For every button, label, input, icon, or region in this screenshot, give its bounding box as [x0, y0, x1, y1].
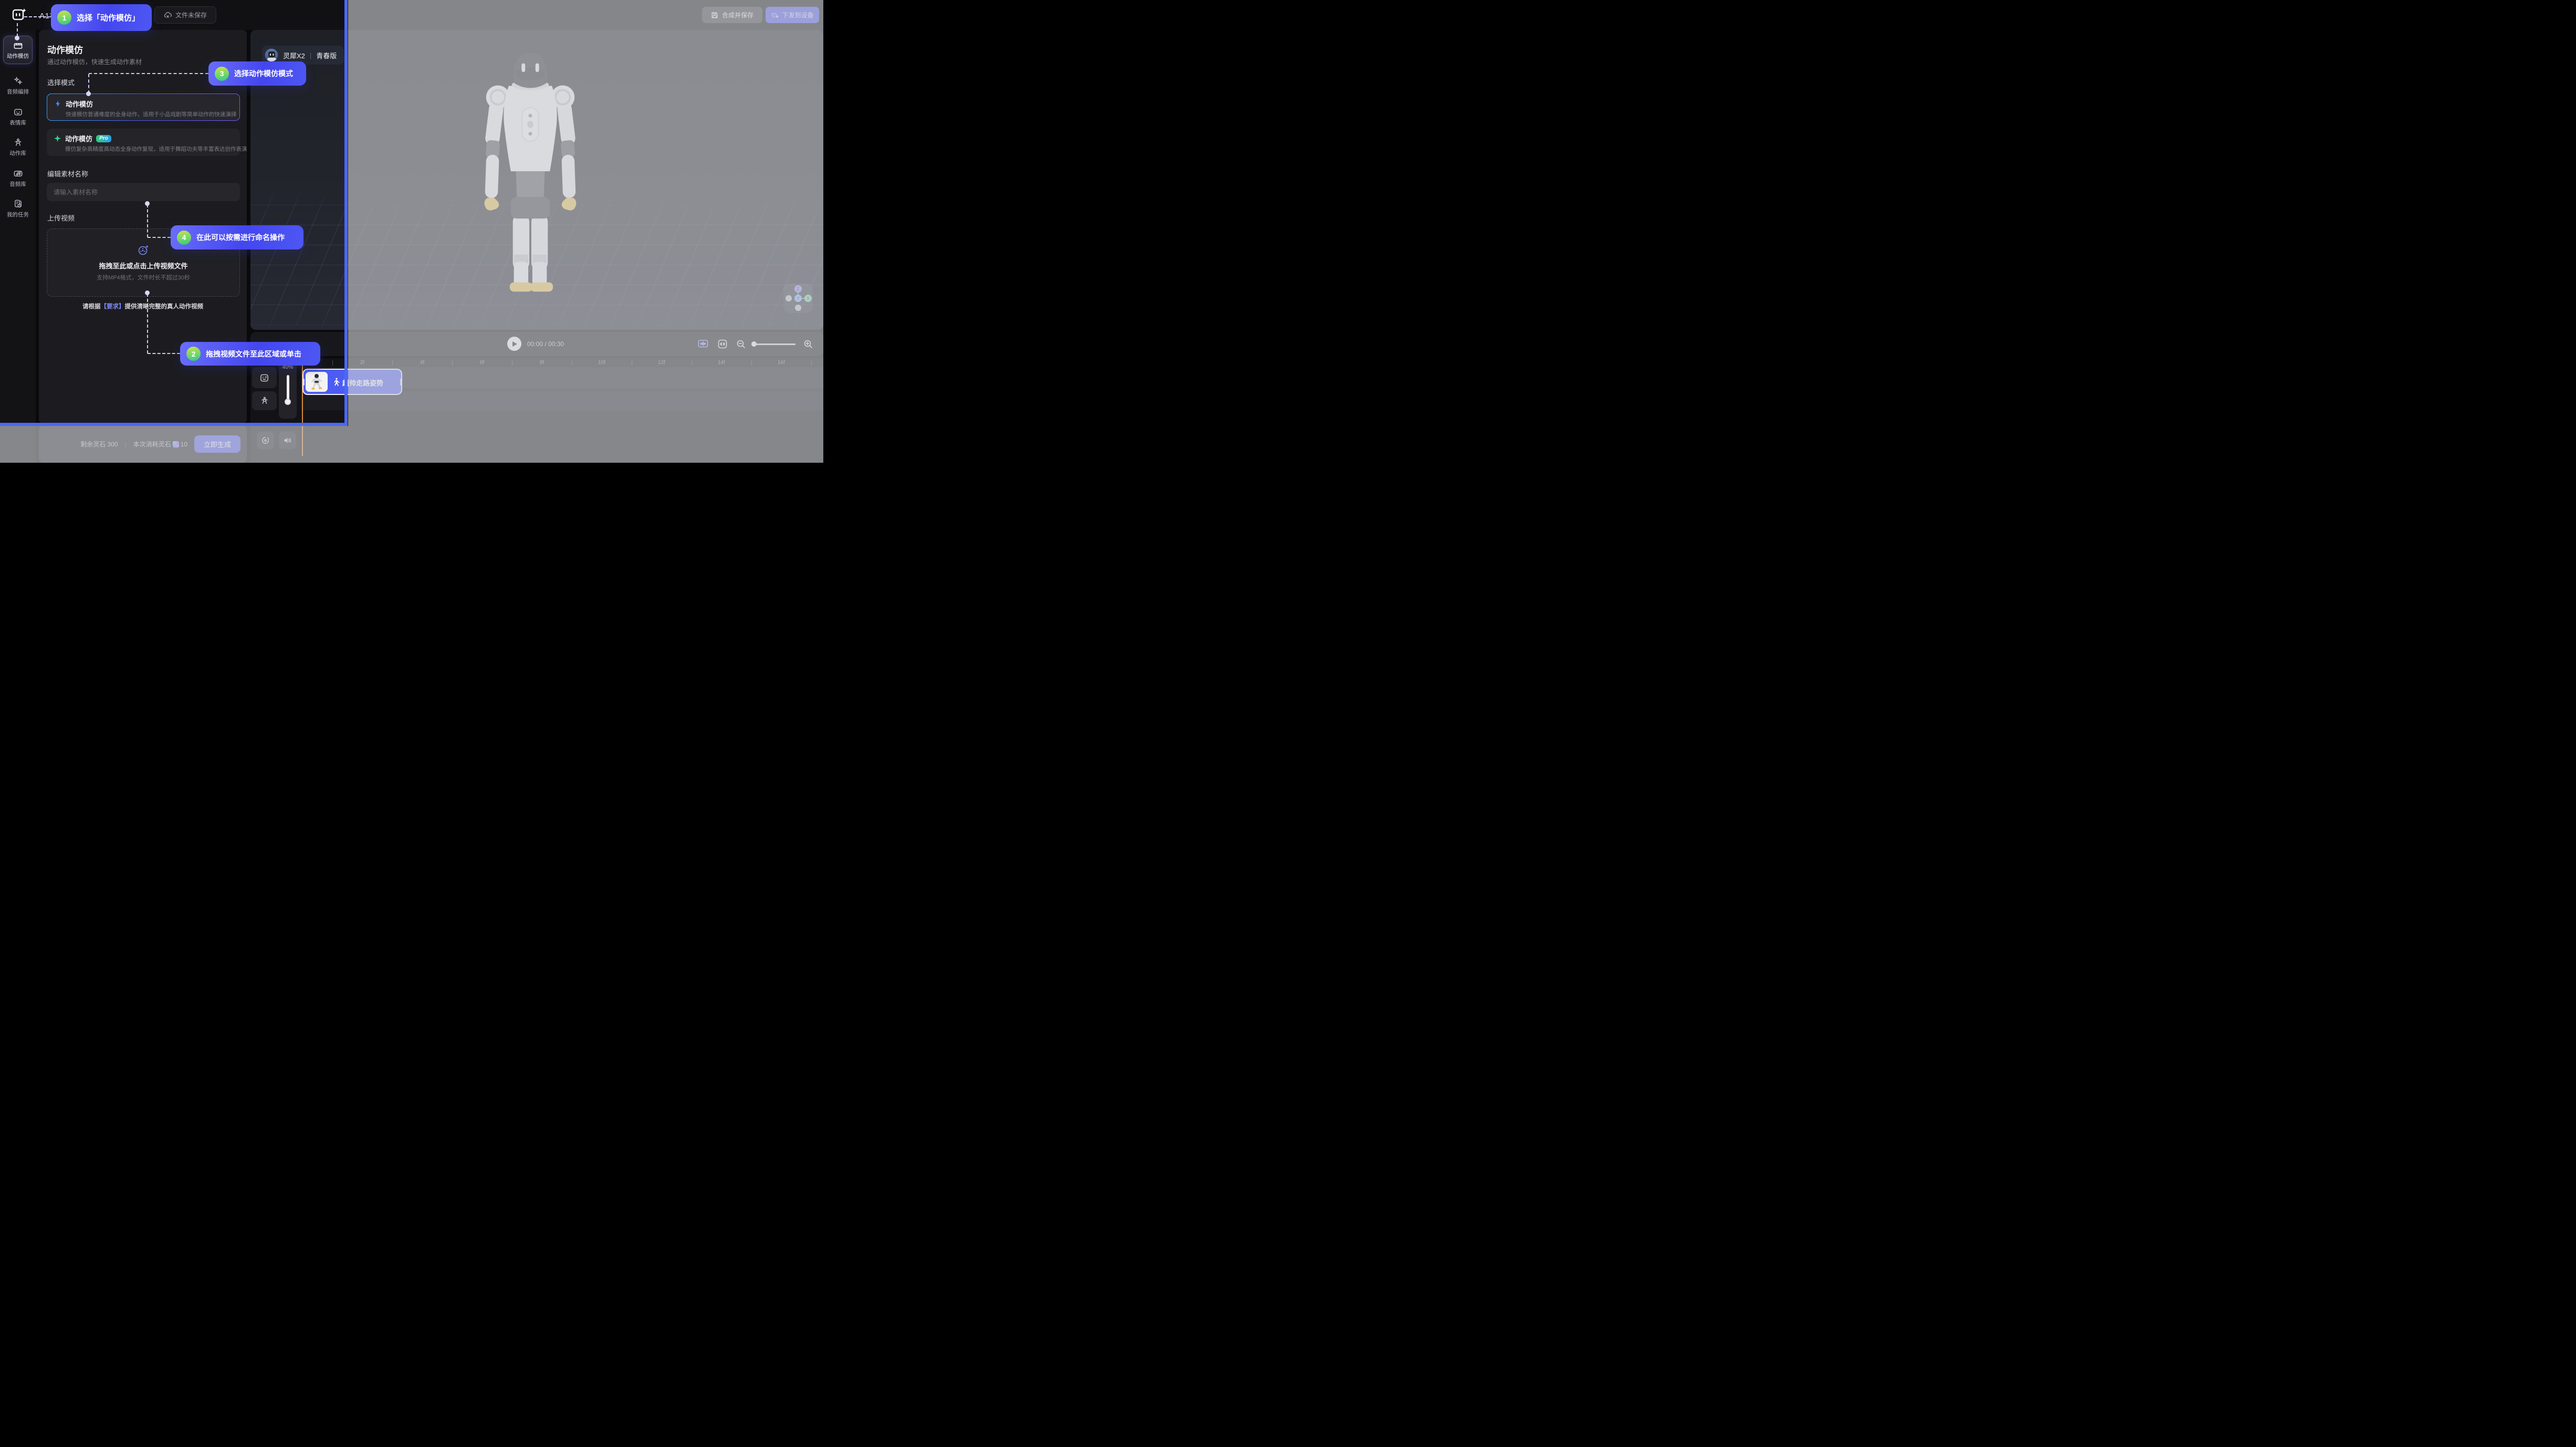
step1-connector [17, 23, 18, 37]
mode-section-label: 选择模式 [47, 77, 75, 87]
sidebar-item-label: 音频库 [9, 180, 26, 188]
mode-card-standard[interactable]: 动作模仿 快速模仿普通难度的全身动作，适用于小品戏剧等简单动作的快速演绎 [47, 93, 240, 121]
upload-zone-title: 拖拽至此或点击上传视频文件 [99, 261, 187, 270]
step4-connector [148, 237, 171, 238]
step2-anchor-dot [145, 290, 150, 295]
file-unsaved-status[interactable]: 文件未保存 [154, 6, 216, 24]
mode-name: 动作模仿 [65, 133, 92, 143]
sidebar-item-label: 表情库 [9, 119, 26, 127]
mode-card-pro[interactable]: 动作模仿 Pro 模仿复杂高精度高动态全身动作复现，适用于舞蹈功夫等丰富表达创作… [47, 129, 240, 156]
mode-description: 快速模仿普通难度的全身动作，适用于小品戏剧等简单动作的快速演绎 [66, 110, 233, 118]
sidebar-item-label: 动作模仿 [7, 52, 29, 60]
sidebar-item-expression-library[interactable]: 表情库 [3, 102, 33, 131]
step-number-badge: 1 [57, 11, 71, 25]
material-name-input[interactable] [47, 183, 240, 201]
intensity-slider-knob[interactable] [285, 399, 291, 405]
tutorial-highlight-border-horizontal [0, 423, 348, 426]
step2-connector [147, 294, 148, 353]
clip-thumbnail [306, 372, 328, 392]
action-track-button[interactable] [252, 391, 277, 410]
left-nav-sidebar: 动作模仿 音频编排 表情库 动作库 [0, 30, 36, 463]
film-reel-icon [137, 244, 150, 256]
step3-connector [89, 73, 208, 74]
step-text: 选择动作模仿模式 [234, 68, 293, 79]
mode-name: 动作模仿 [66, 99, 93, 109]
app-logo-robot-icon [12, 7, 27, 23]
unsaved-label: 文件未保存 [175, 11, 207, 19]
sidebar-item-my-tasks[interactable]: 我的任务 [3, 194, 33, 223]
star-sparkle-icon [54, 134, 61, 142]
mode-description: 模仿复杂高精度高动态全身动作复现，适用于舞蹈功夫等丰富表达创作表演 [65, 145, 234, 153]
step3-anchor-dot [86, 91, 91, 96]
step4-connector [147, 204, 148, 237]
step-number-badge: 3 [215, 67, 229, 81]
tutorial-dim-overlay-bottom [0, 426, 348, 463]
person-icon [13, 138, 23, 148]
task-list-clock-icon [13, 199, 23, 209]
model-name-divider: | [310, 51, 311, 59]
sidebar-item-audio-library[interactable]: 音频库 [3, 164, 33, 192]
step2-connector [148, 353, 180, 354]
sidebar-item-label: 动作库 [9, 149, 26, 157]
tutorial-step-3-tooltip[interactable]: 3 选择动作模仿模式 [208, 61, 306, 86]
model-variant: 青春版 [316, 50, 337, 60]
model-avatar [265, 48, 278, 62]
step-number-badge: 2 [186, 347, 201, 361]
walking-person-icon [332, 378, 340, 386]
robot-face-icon [13, 107, 23, 117]
tutorial-dim-overlay-right [348, 0, 823, 463]
sidebar-item-label: 音频编排 [7, 88, 29, 96]
sidebar-item-action-library[interactable]: 动作库 [3, 133, 33, 161]
intensity-slider-panel: 40% [279, 361, 297, 419]
cloud-off-icon [164, 11, 172, 19]
upload-requirement-note: 请根据【要求】提供清晰完整的真人动作视频 [39, 302, 247, 310]
step1-anchor-dot [15, 36, 19, 40]
step-text: 在此可以按需进行命名操作 [196, 232, 285, 243]
note-prefix: 请根据 [82, 304, 101, 310]
panel-title: 动作模仿 [47, 43, 83, 56]
sidebar-item-label: 我的任务 [7, 211, 29, 218]
wink-face-icon [259, 373, 269, 383]
step4-anchor-dot [145, 201, 150, 206]
tutorial-highlight-border-vertical [344, 0, 348, 426]
person-icon [260, 396, 269, 405]
music-library-icon [13, 169, 23, 179]
step-text: 选择「动作模仿」 [77, 12, 140, 23]
material-name-label: 编辑素材名称 [47, 169, 88, 179]
step3-connector [88, 74, 89, 93]
model-name: 灵犀X2 [283, 50, 305, 60]
requirement-link[interactable]: 【要求】 [101, 304, 125, 310]
step1-connector [24, 16, 51, 17]
step-number-badge: 4 [177, 231, 191, 245]
lightning-icon [54, 100, 62, 108]
walking-robot-thumb [310, 373, 323, 390]
sparkles-icon [13, 76, 23, 86]
upload-video-label: 上传视频 [47, 213, 75, 223]
tutorial-step-4-tooltip[interactable]: 4 在此可以按需进行命名操作 [171, 225, 303, 249]
expression-track-button[interactable] [252, 367, 277, 388]
clip-trim-handle-left[interactable] [303, 379, 305, 386]
app-window: A1机 文件未保存 合成并保存 下发到设备 [0, 0, 823, 463]
sidebar-item-audio-arrange[interactable]: 音频编排 [3, 71, 33, 100]
step-text: 拖拽视频文件至此区域或单击 [206, 349, 301, 359]
pro-badge: Pro [96, 135, 111, 142]
panel-subtitle: 通过动作模仿，快速生成动作素材 [47, 57, 142, 66]
note-suffix: 提供清晰完整的真人动作视频 [125, 304, 204, 310]
upload-zone-hint: 支持MP4格式，文件时长不超过30秒 [97, 273, 190, 282]
clapperboard-icon [13, 40, 23, 50]
tutorial-step-2-tooltip[interactable]: 2 拖拽视频文件至此区域或单击 [180, 342, 320, 366]
tutorial-step-1-tooltip[interactable]: 1 选择「动作模仿」 [51, 4, 152, 31]
